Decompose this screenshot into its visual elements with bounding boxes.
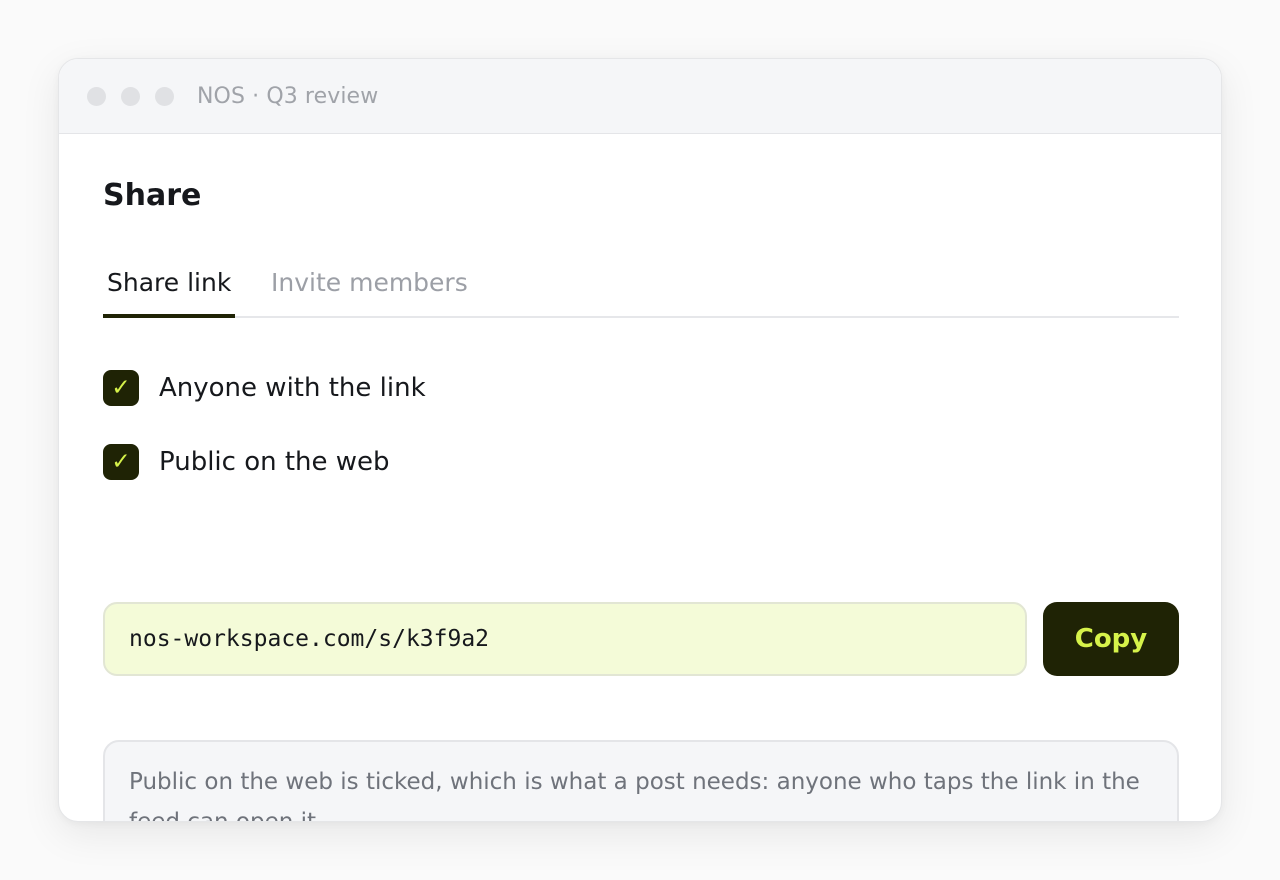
checkbox-anyone-with-link[interactable]: ✓: [103, 370, 139, 406]
option-anyone-with-link[interactable]: ✓ Anyone with the link: [103, 370, 426, 406]
info-note: Public on the web is ticked, which is wh…: [103, 740, 1179, 821]
window-minimize-dot[interactable]: [121, 86, 140, 106]
check-icon: ✓: [111, 374, 131, 401]
dialog-heading: Share: [103, 178, 202, 213]
option-label: Anyone with the link: [159, 373, 426, 403]
window-close-dot[interactable]: [87, 86, 106, 106]
tab-invite-members[interactable]: Invite members: [271, 268, 468, 297]
window-title: NOS · Q3 review: [197, 83, 379, 109]
option-label: Public on the web: [159, 447, 390, 477]
share-link-field[interactable]: nos-workspace.com/s/k3f9a2: [103, 602, 1027, 676]
checkbox-public-on-web[interactable]: ✓: [103, 444, 139, 480]
check-icon: ✓: [111, 448, 131, 475]
window-zoom-dot[interactable]: [155, 86, 174, 106]
copy-button[interactable]: Copy: [1043, 602, 1179, 676]
tab-share-link[interactable]: Share link: [103, 268, 236, 318]
tab-bar: Share link Invite members: [103, 258, 1179, 318]
title-bar: NOS · Q3 review: [59, 59, 1221, 134]
share-window: NOS · Q3 review Share Share link Invite …: [58, 58, 1222, 822]
option-public-on-web[interactable]: ✓ Public on the web: [103, 444, 390, 480]
